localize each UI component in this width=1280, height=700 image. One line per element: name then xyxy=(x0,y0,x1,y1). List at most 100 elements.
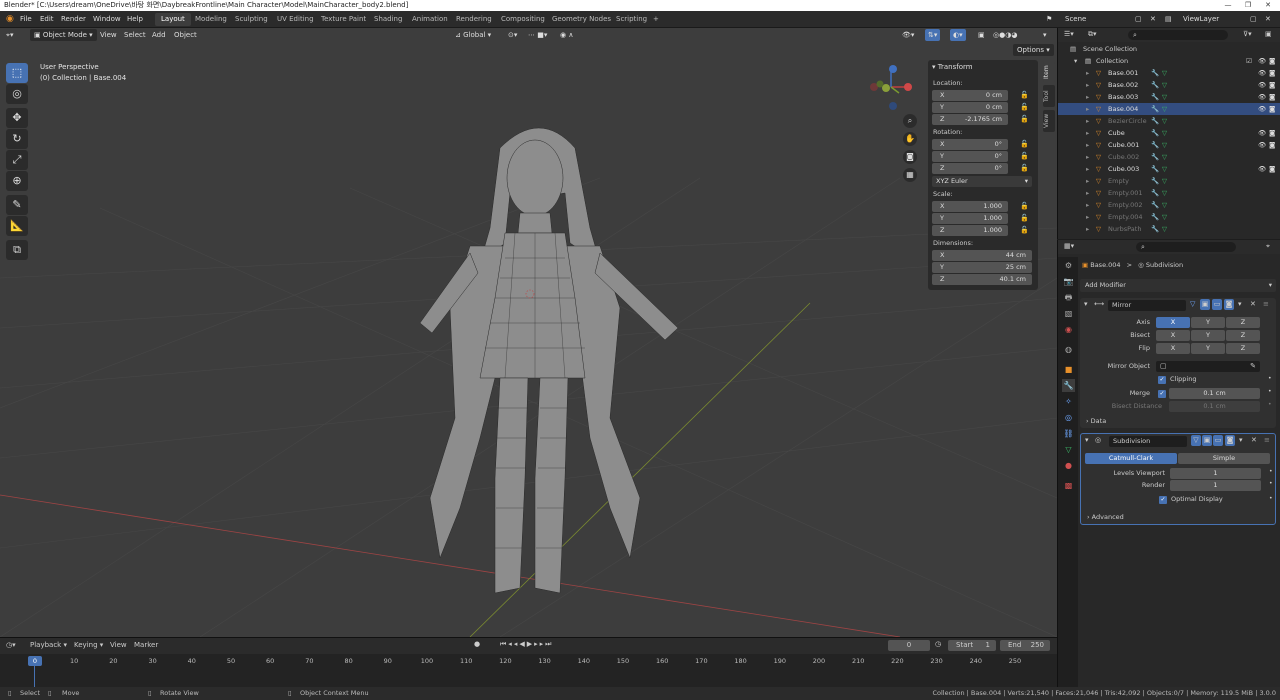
scene-tab-icon[interactable]: ◉ xyxy=(1062,323,1075,336)
keyframe-dot-icon[interactable]: • xyxy=(1268,375,1272,382)
remove-modifier-icon[interactable]: ✕ xyxy=(1250,300,1256,308)
ortho-grid-icon[interactable]: ▦ xyxy=(903,168,917,182)
viewlayer-name[interactable]: ViewLayer xyxy=(1183,11,1219,28)
delete-scene-icon[interactable]: ✕ xyxy=(1150,11,1156,28)
mirror-name-field[interactable]: Mirror xyxy=(1108,300,1186,311)
location-y-field[interactable]: Y 0 cm xyxy=(932,102,1008,113)
outliner-row[interactable]: ▸ ▽ Base.003 🔧 ▽ 👁 ◙ xyxy=(1058,91,1280,103)
outliner-row[interactable]: ▸ ▽ Cube.003 🔧 ▽ 👁 ◙ xyxy=(1058,163,1280,175)
outliner-row[interactable]: ▸ ▽ Empty 🔧 ▽ xyxy=(1058,175,1280,187)
keyframe-dot-icon[interactable]: • xyxy=(1269,495,1273,502)
outliner-row[interactable]: ▸ ▽ Cube 🔧 ▽ 👁 ◙ xyxy=(1058,127,1280,139)
menu-window[interactable]: Window xyxy=(93,11,121,28)
annotate-tool[interactable]: ✎ xyxy=(6,195,28,215)
tab-compositing[interactable]: Compositing xyxy=(495,13,551,26)
outliner-row[interactable]: ▸ ▽ Base.002 🔧 ▽ 👁 ◙ xyxy=(1058,79,1280,91)
pan-hand-icon[interactable]: ✋ xyxy=(903,132,917,146)
menu-file[interactable]: File xyxy=(20,11,32,28)
tab-shading[interactable]: Shading xyxy=(368,13,408,26)
keyframe-dot-icon[interactable]: • xyxy=(1269,480,1273,487)
eye-icon[interactable]: 👁 xyxy=(1258,127,1266,139)
merge-checkbox[interactable]: ✓ xyxy=(1158,390,1166,398)
view-layer-tab-icon[interactable]: ▧ xyxy=(1062,307,1075,320)
keyframe-dot-icon[interactable]: • xyxy=(1269,468,1273,475)
eyedropper-icon[interactable]: ✎ xyxy=(1250,361,1256,372)
lock-icon[interactable]: 🔓 xyxy=(1020,140,1029,148)
bisect-y-toggle[interactable]: Y xyxy=(1191,330,1225,341)
chevron-right-icon[interactable]: ▸ xyxy=(1086,187,1089,199)
chevron-right-icon[interactable]: ▸ xyxy=(1086,91,1089,103)
shading-modes-icon[interactable]: ◎●◑◕ xyxy=(993,29,1017,41)
minimize-button[interactable]: — xyxy=(1218,0,1238,11)
drag-handle-icon[interactable]: ≡ xyxy=(1264,436,1270,444)
chevron-down-icon[interactable]: ▾ xyxy=(1084,300,1088,308)
cursor-tool[interactable]: ◎ xyxy=(6,84,28,104)
end-frame-field[interactable]: End 250 xyxy=(1000,640,1050,651)
zoom-icon[interactable]: ⌕ xyxy=(903,114,917,128)
outliner-row[interactable]: ▸ ▽ NurbsPath 🔧 ▽ xyxy=(1058,223,1280,235)
lock-icon[interactable]: 🔓 xyxy=(1020,115,1029,123)
current-frame-field[interactable]: 0 xyxy=(888,640,930,651)
chevron-right-icon[interactable]: ▸ xyxy=(1086,79,1089,91)
sidebar-tab-view[interactable]: View xyxy=(1043,110,1055,132)
snap-icon[interactable]: ⋯ ■▾ xyxy=(528,29,547,41)
lock-icon[interactable]: 🔓 xyxy=(1020,152,1029,160)
viewport-display-icon[interactable]: ▭ xyxy=(1212,299,1222,310)
simple-toggle[interactable]: Simple xyxy=(1178,453,1270,464)
keying-menu[interactable]: Keying ▾ xyxy=(74,641,103,649)
chevron-right-icon[interactable]: ▸ xyxy=(1086,115,1089,127)
chevron-right-icon[interactable]: ▸ xyxy=(1086,223,1089,235)
camera-icon[interactable]: ◙ xyxy=(1269,67,1275,79)
tab-uv-editing[interactable]: UV Editing xyxy=(271,13,320,26)
pivot-icon[interactable]: ⊙▾ xyxy=(508,29,517,41)
visibility-icon[interactable]: 👁▾ xyxy=(902,29,914,41)
chevron-right-icon[interactable]: ▸ xyxy=(1086,103,1089,115)
properties-editor-icon[interactable]: ▦▾ xyxy=(1064,242,1074,250)
edit-mode-icon[interactable]: ▽ xyxy=(1191,435,1201,446)
proportional-edit-icon[interactable]: ◉ ∧ xyxy=(560,29,573,41)
keyframe-dot-icon[interactable]: • xyxy=(1268,401,1272,408)
texture-tab-icon[interactable]: ▩ xyxy=(1062,479,1075,492)
output-tab-icon[interactable]: 🖶 xyxy=(1062,291,1075,304)
editor-type-icon[interactable]: ⌖▾ xyxy=(6,29,13,41)
material-tab-icon[interactable]: ● xyxy=(1062,459,1075,472)
mode-dropdown[interactable]: ▣ Object Mode ▾ xyxy=(30,29,97,41)
overlay-toggle-icon[interactable]: ◐▾ xyxy=(950,29,966,41)
lock-icon[interactable]: 🔓 xyxy=(1020,214,1029,222)
eye-icon[interactable]: 👁 xyxy=(1258,67,1266,79)
bisect-x-toggle[interactable]: X xyxy=(1156,330,1190,341)
outliner-row[interactable]: ▸ ▽ Base.001 🔧 ▽ 👁 ◙ xyxy=(1058,67,1280,79)
orientation-dropdown[interactable]: ⊿ Global ▾ xyxy=(455,29,491,41)
tab-animation[interactable]: Animation xyxy=(406,13,454,26)
filter-icon[interactable]: ⊽▾ xyxy=(1243,30,1252,38)
location-z-field[interactable]: Z -2.1765 cm xyxy=(932,114,1008,125)
merge-distance-field[interactable]: 0.1 cm xyxy=(1169,388,1260,399)
eye-icon[interactable]: 👁 xyxy=(1258,55,1266,67)
world-tab-icon[interactable]: ◍ xyxy=(1062,343,1075,356)
select-box-tool[interactable]: ⬚ xyxy=(6,63,28,83)
axis-z-toggle[interactable]: Z xyxy=(1226,317,1260,328)
keyframe-dot-icon[interactable]: • xyxy=(1268,388,1272,395)
viewport-display-icon[interactable]: ▭ xyxy=(1213,435,1223,446)
new-viewlayer-icon[interactable]: ▢ xyxy=(1250,11,1257,28)
navigation-gizmo-icon[interactable] xyxy=(866,62,916,112)
rotation-z-field[interactable]: Z 0° xyxy=(932,163,1008,174)
dropdown-icon[interactable]: ▾ xyxy=(1239,436,1243,444)
menu-view[interactable]: View xyxy=(100,29,117,41)
rotation-x-field[interactable]: X 0° xyxy=(932,139,1008,150)
camera-icon[interactable]: ◙ xyxy=(1269,163,1275,175)
rotate-tool[interactable]: ↻ xyxy=(6,129,28,149)
3d-viewport[interactable]: ⌖▾ ▣ Object Mode ▾ View Select Add Objec… xyxy=(0,28,1057,637)
eye-icon[interactable]: 👁 xyxy=(1258,79,1266,91)
drag-handle-icon[interactable]: ≡ xyxy=(1263,300,1269,308)
flip-z-toggle[interactable]: Z xyxy=(1226,343,1260,354)
camera-icon[interactable]: ◙ xyxy=(1269,91,1275,103)
chevron-right-icon[interactable]: ▸ xyxy=(1086,163,1089,175)
levels-viewport-field[interactable]: 1 xyxy=(1170,468,1261,479)
rotation-y-field[interactable]: Y 0° xyxy=(932,151,1008,162)
chevron-down-icon[interactable]: ▾ xyxy=(1085,436,1089,444)
camera-icon[interactable]: ◙ xyxy=(1269,139,1275,151)
optimal-display-checkbox[interactable]: ✓ xyxy=(1159,496,1167,504)
tab-modeling[interactable]: Modeling xyxy=(189,13,233,26)
chevron-right-icon[interactable]: ▸ xyxy=(1086,67,1089,79)
